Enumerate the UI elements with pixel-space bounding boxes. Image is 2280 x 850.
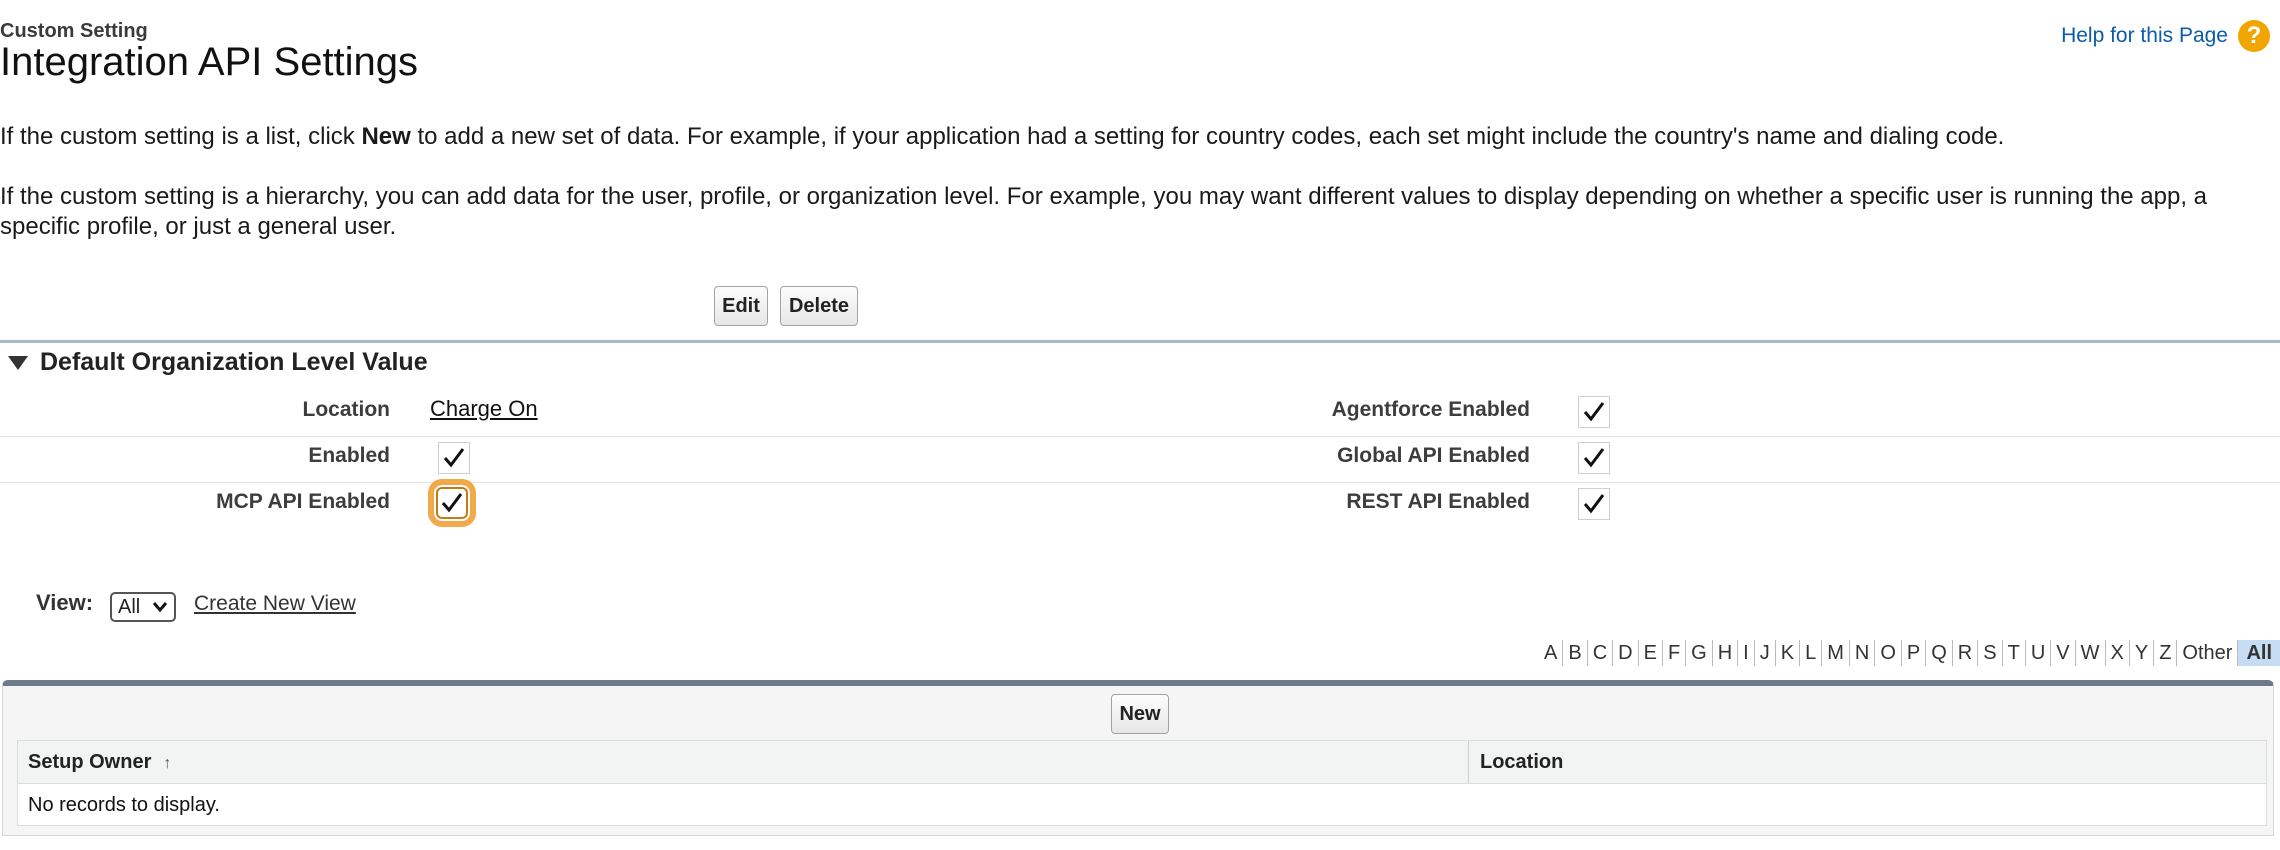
alpha-filter-h[interactable]: H xyxy=(1713,640,1739,666)
alpha-filter-o[interactable]: O xyxy=(1875,640,1902,666)
records-list-panel: New Setup Owner ↑ Location No records to … xyxy=(2,680,2274,836)
alpha-filter-k[interactable]: K xyxy=(1776,640,1801,666)
delete-button[interactable]: Delete xyxy=(780,286,858,326)
rest-api-label: REST API Enabled xyxy=(1346,490,1530,513)
checkmark-icon xyxy=(1583,402,1605,422)
alpha-filter-x[interactable]: X xyxy=(2106,640,2130,666)
table-row: No records to display. xyxy=(17,784,2267,826)
section-divider xyxy=(0,340,2280,343)
location-label: Location xyxy=(302,398,391,421)
alpha-filter-u[interactable]: U xyxy=(2026,640,2052,666)
new-button[interactable]: New xyxy=(1111,694,1169,734)
alpha-filter-d[interactable]: D xyxy=(1613,640,1639,666)
alphabet-filter: A B C D E F G H I J K L M N O P Q R S T U V W X Y Z Other All xyxy=(1539,640,2280,666)
create-new-view-link[interactable]: Create New View xyxy=(194,592,356,616)
column-divider xyxy=(1468,741,1469,783)
view-select-value: All xyxy=(118,595,141,618)
checkmark-icon xyxy=(1583,448,1605,468)
alpha-filter-n[interactable]: N xyxy=(1850,640,1876,666)
rest-api-checkbox xyxy=(1578,488,1610,520)
checkmark-icon xyxy=(443,448,465,468)
alpha-filter-t[interactable]: T xyxy=(2003,640,2026,666)
enabled-label: Enabled xyxy=(308,444,390,467)
page-title: Integration API Settings xyxy=(0,40,419,84)
section-title: Default Organization Level Value xyxy=(40,348,428,376)
alpha-filter-y[interactable]: Y xyxy=(2130,640,2155,666)
section-header[interactable]: Default Organization Level Value xyxy=(8,348,428,377)
view-select[interactable]: All xyxy=(110,592,176,622)
sort-ascending-icon: ↑ xyxy=(163,755,172,772)
alpha-filter-j[interactable]: J xyxy=(1755,640,1776,666)
mcp-api-checkbox[interactable] xyxy=(428,479,476,527)
chevron-down-icon xyxy=(152,602,168,613)
alpha-filter-z[interactable]: Z xyxy=(2154,640,2178,666)
alpha-filter-v[interactable]: V xyxy=(2051,640,2076,666)
alpha-filter-i[interactable]: I xyxy=(1738,640,1755,666)
agentforce-label: Agentforce Enabled xyxy=(1331,398,1530,421)
intro-hierarchy-paragraph: If the custom setting is a hierarchy, yo… xyxy=(0,183,2208,240)
edit-button[interactable]: Edit xyxy=(714,286,768,326)
alpha-filter-e[interactable]: E xyxy=(1639,640,1663,666)
alpha-filter-all[interactable]: All xyxy=(2238,640,2280,666)
alpha-filter-c[interactable]: C xyxy=(1588,640,1614,666)
global-api-checkbox xyxy=(1578,442,1610,474)
empty-records-message: No records to display. xyxy=(28,794,220,816)
alpha-filter-w[interactable]: W xyxy=(2076,640,2106,666)
row-divider xyxy=(0,482,2280,483)
alpha-filter-l[interactable]: L xyxy=(1800,640,1823,666)
row-divider xyxy=(0,436,2280,437)
checkmark-icon xyxy=(1583,494,1605,514)
enabled-checkbox xyxy=(438,442,470,474)
alpha-filter-a[interactable]: A xyxy=(1539,640,1564,666)
column-header-setup-owner[interactable]: Setup Owner ↑ xyxy=(28,751,171,774)
help-link[interactable]: Help for this Page xyxy=(2061,24,2228,48)
alpha-filter-m[interactable]: M xyxy=(1822,640,1850,666)
global-api-label: Global API Enabled xyxy=(1337,444,1530,467)
alpha-filter-g[interactable]: G xyxy=(1686,640,1713,666)
location-value-link[interactable]: Charge On xyxy=(430,396,538,422)
agentforce-checkbox xyxy=(1578,396,1610,428)
intro-list-paragraph: If the custom setting is a list, click N… xyxy=(0,123,2005,150)
collapse-triangle-icon[interactable] xyxy=(8,355,28,370)
help-area: Help for this Page ? xyxy=(2061,20,2270,52)
alpha-filter-s[interactable]: S xyxy=(1978,640,2003,666)
alpha-filter-b[interactable]: B xyxy=(1563,640,1588,666)
alpha-filter-q[interactable]: Q xyxy=(1926,640,1953,666)
help-icon[interactable]: ? xyxy=(2238,20,2270,52)
column-header-location[interactable]: Location xyxy=(1480,751,1563,774)
mcp-api-label: MCP API Enabled xyxy=(216,490,390,513)
checkmark-icon xyxy=(441,493,463,513)
alpha-filter-r[interactable]: R xyxy=(1953,640,1979,666)
table-header-row: Setup Owner ↑ Location xyxy=(17,740,2267,784)
alpha-filter-p[interactable]: P xyxy=(1902,640,1927,666)
alpha-filter-f[interactable]: F xyxy=(1663,640,1687,666)
view-label: View: xyxy=(36,590,94,615)
alpha-filter-other[interactable]: Other xyxy=(2177,640,2239,666)
